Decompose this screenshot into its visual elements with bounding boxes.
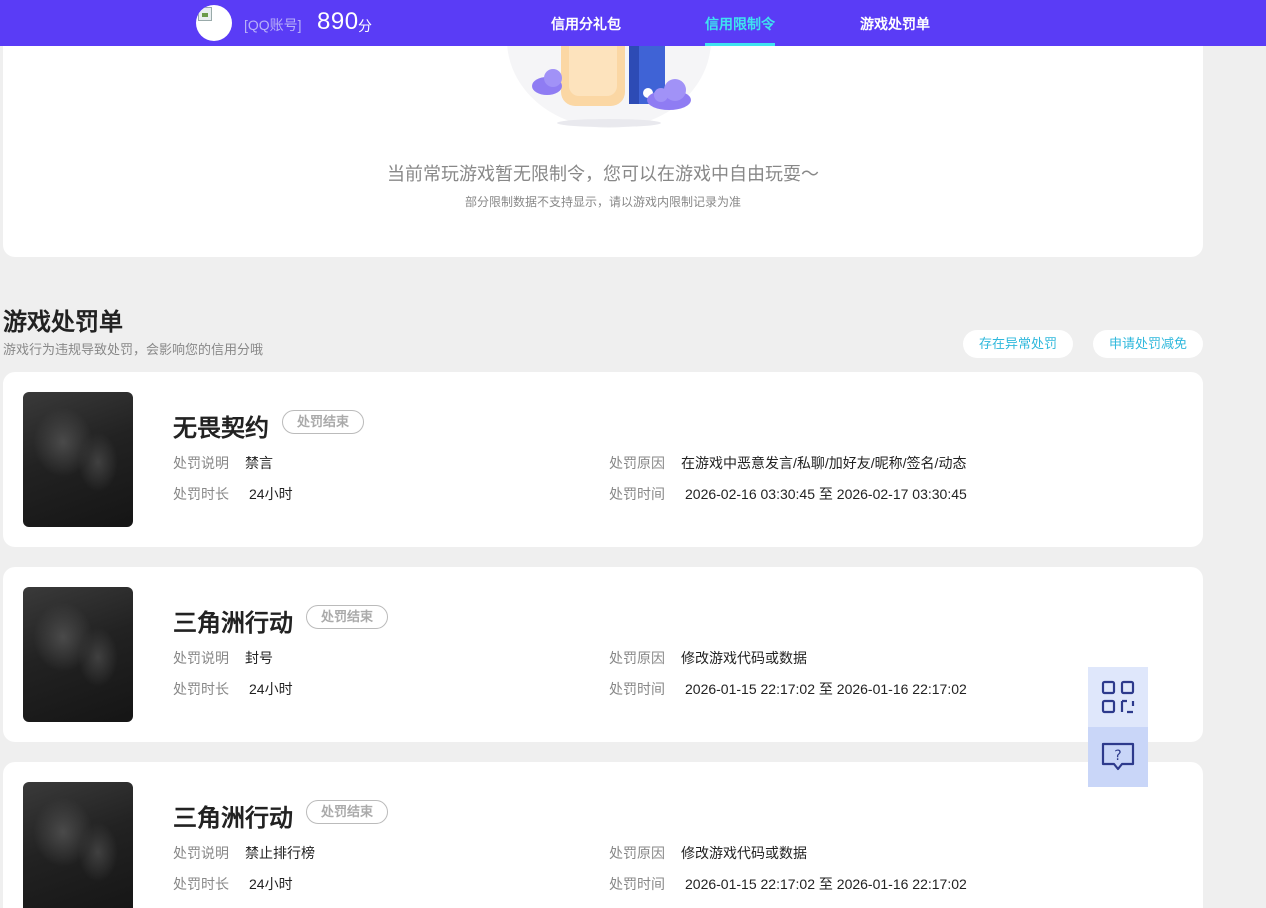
penalty-reason-label: 处罚原因 (609, 650, 665, 666)
nav-tab-game-penalty[interactable]: 游戏处罚单 (860, 14, 930, 34)
penalty-card: 无畏契约 处罚结束 处罚说明 禁言 处罚时长 24小时 处罚原因 在游戏中恶意发… (3, 372, 1203, 547)
penalty-time-value: 2026-01-15 22:17:02 至 2026-01-16 22:17:0… (685, 681, 967, 697)
penalty-reason-value: 修改游戏代码或数据 (681, 650, 807, 666)
game-name: 三角洲行动 (173, 805, 293, 832)
abnormal-penalty-button[interactable]: 存在异常处罚 (963, 330, 1073, 358)
penalty-time-label: 处罚时间 (609, 876, 665, 892)
qr-code-button[interactable] (1088, 667, 1148, 727)
status-badge: 处罚结束 (282, 410, 365, 434)
account-type-label: [QQ账号] (244, 17, 302, 33)
penalty-reason-label: 处罚原因 (609, 845, 665, 861)
penalty-card: 三角洲行动 处罚结束 处罚说明 封号 处罚时长 24小时 处罚原因 修改游戏代码… (3, 567, 1203, 742)
penalty-duration-label: 处罚时长 (173, 876, 229, 892)
penalty-time-value: 2026-02-16 03:30:45 至 2026-02-17 03:30:4… (685, 486, 967, 502)
penalty-desc-label: 处罚说明 (173, 845, 229, 861)
game-thumbnail (23, 782, 133, 908)
penalty-reason-label: 处罚原因 (609, 455, 665, 471)
penalty-duration-label: 处罚时长 (173, 681, 229, 697)
apply-penalty-reduction-button[interactable]: 申请处罚减免 (1093, 330, 1203, 358)
broken-image-icon (198, 7, 212, 21)
game-thumbnail (23, 587, 133, 722)
credit-score-value: 890 (317, 8, 359, 35)
penalty-desc-value: 禁言 (245, 455, 273, 471)
penalty-duration-value: 24小时 (249, 681, 293, 697)
penalty-reason-value: 修改游戏代码或数据 (681, 845, 807, 861)
credit-score-unit: 分 (358, 18, 372, 34)
penalty-desc-value: 禁止排行榜 (245, 845, 315, 861)
game-name: 无畏契约 (173, 415, 269, 442)
penalty-section-description: 游戏行为违规导致处罚，会影响您的信用分哦 (3, 342, 264, 357)
penalty-duration-value: 24小时 (249, 486, 293, 502)
help-chat-button[interactable]: ? (1088, 727, 1148, 787)
penalty-section-title: 游戏处罚单 (3, 309, 123, 336)
status-badge: 处罚结束 (306, 800, 389, 824)
penalty-time-label: 处罚时间 (609, 681, 665, 697)
penalty-duration-label: 处罚时长 (173, 486, 229, 502)
top-header: [QQ账号] 890 分 信用分礼包 信用限制令 游戏处罚单 (0, 0, 1266, 46)
avatar[interactable] (196, 5, 232, 41)
svg-text:?: ? (1114, 748, 1121, 764)
penalty-card: 三角洲行动 处罚结束 处罚说明 禁止排行榜 处罚时长 24小时 处罚原因 修改游… (3, 762, 1203, 908)
penalty-time-label: 处罚时间 (609, 486, 665, 502)
help-chat-icon: ? (1101, 742, 1135, 771)
nav-tab-credit-gift[interactable]: 信用分礼包 (551, 14, 621, 34)
penalty-desc-label: 处罚说明 (173, 650, 229, 666)
floating-side-widget: ? (1088, 667, 1148, 787)
penalty-duration-value: 24小时 (249, 876, 293, 892)
penalty-desc-label: 处罚说明 (173, 455, 229, 471)
penalty-reason-value: 在游戏中恶意发言/私聊/加好友/昵称/签名/动态 (681, 455, 967, 471)
penalty-desc-value: 封号 (245, 650, 273, 666)
game-name: 三角洲行动 (173, 610, 293, 637)
game-thumbnail (23, 392, 133, 527)
no-restriction-message: 当前常玩游戏暂无限制令，您可以在游戏中自由玩耍～ (387, 164, 819, 184)
restriction-note: 部分限制数据不支持显示，请以游戏内限制记录为准 (464, 195, 741, 209)
active-tab-indicator (705, 43, 775, 46)
qr-code-icon (1101, 680, 1135, 714)
penalty-time-value: 2026-01-15 22:17:02 至 2026-01-16 22:17:0… (685, 876, 967, 892)
nav-tab-credit-restriction[interactable]: 信用限制令 (705, 14, 775, 34)
status-badge: 处罚结束 (306, 605, 389, 629)
